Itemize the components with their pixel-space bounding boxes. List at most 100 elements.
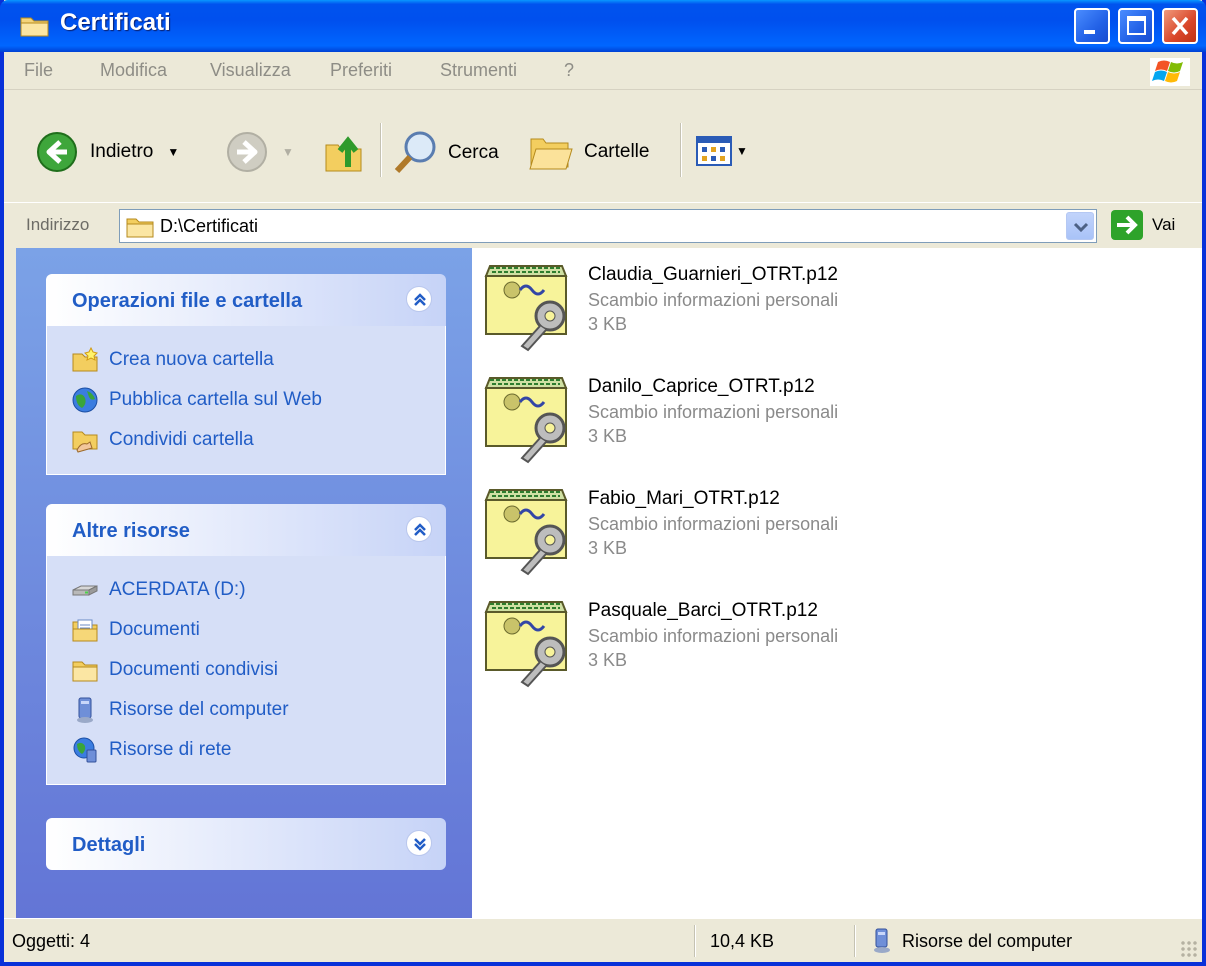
place-label: Risorse del computer <box>109 699 289 720</box>
address-bar: Indirizzo D:\Certificati Vai <box>4 202 1202 248</box>
other-places-panel: Altre risorse ACERDATA (D:) Documenti Do… <box>46 504 446 785</box>
status-location-label: Risorse del computer <box>902 930 1073 951</box>
file-size: 3 KB <box>588 538 628 558</box>
folders-button[interactable]: Cartelle <box>528 131 649 173</box>
file-item[interactable]: Danilo_Caprice_OTRT.p12 Scambio informaz… <box>482 368 1042 468</box>
menu-preferiti[interactable]: Preferiti <box>330 60 392 81</box>
file-type: Scambio informazioni personali <box>588 290 839 310</box>
file-list: Claudia_Guarnieri_OTRT.p12 Scambio infor… <box>472 248 1202 918</box>
views-icon <box>696 136 732 166</box>
address-value: D:\Certificati <box>160 216 259 236</box>
place-label: Documenti <box>109 619 200 640</box>
task-new-folder[interactable]: Crea nuova cartella <box>47 340 445 380</box>
file-name: Claudia_Guarnieri_OTRT.p12 <box>588 264 838 285</box>
collapse-icon[interactable] <box>406 286 432 312</box>
forward-dropdown-icon[interactable]: ▼ <box>282 145 294 159</box>
folders-label: Cartelle <box>584 141 650 162</box>
folders-icon <box>529 138 573 170</box>
panel-title: Operazioni file e cartella <box>72 290 303 312</box>
new-folder-icon <box>71 346 99 374</box>
explorer-window: Certificati File Modifica Visualizza Pre… <box>0 0 1206 966</box>
folder-up-icon <box>325 136 362 172</box>
toolbar-separator <box>380 123 382 177</box>
task-label: Pubblica cartella sul Web <box>109 389 322 410</box>
toolbar-separator <box>680 123 682 177</box>
views-dropdown-icon[interactable]: ▼ <box>736 144 748 158</box>
file-type: Scambio informazioni personali <box>588 514 839 534</box>
details-panel: Dettagli <box>46 818 446 870</box>
resize-grip[interactable] <box>1180 940 1198 958</box>
title-bar[interactable]: Certificati <box>0 0 1206 52</box>
menu-file[interactable]: File <box>24 60 53 81</box>
folder-icon <box>20 17 49 37</box>
file-size: 3 KB <box>588 650 628 670</box>
back-arrow-icon <box>37 132 77 172</box>
windows-logo-icon <box>1150 58 1190 86</box>
certificate-icon <box>484 601 568 688</box>
minimize-button[interactable] <box>1074 8 1110 44</box>
menu-modifica[interactable]: Modifica <box>100 60 167 81</box>
address-dropdown-button[interactable] <box>1066 212 1094 240</box>
back-button[interactable]: Indietro ▼ <box>36 131 179 173</box>
file-type: Scambio informazioni personali <box>588 402 839 422</box>
menu-visualizza[interactable]: Visualizza <box>210 60 291 81</box>
toolbar: Indietro ▼ ▼ Cerca Cartelle ▼ <box>4 91 1202 201</box>
place-label: ACERDATA (D:) <box>109 579 246 600</box>
place-risorse-rete[interactable]: Risorse di rete <box>47 730 445 770</box>
task-label: Crea nuova cartella <box>109 349 274 370</box>
file-tasks-panel: Operazioni file e cartella Crea nuova ca… <box>46 274 446 475</box>
status-objects: Oggetti: 4 <box>12 930 91 951</box>
file-name: Fabio_Mari_OTRT.p12 <box>588 488 780 509</box>
collapse-icon[interactable] <box>406 516 432 542</box>
file-name: Pasquale_Barci_OTRT.p12 <box>588 600 818 621</box>
place-documenti[interactable]: Documenti <box>47 610 445 650</box>
go-button[interactable]: Vai <box>1110 209 1175 241</box>
up-folder-button[interactable] <box>322 129 368 175</box>
task-share-folder[interactable]: Condividi cartella <box>47 420 445 460</box>
file-size: 3 KB <box>588 314 628 334</box>
go-arrow-icon <box>1111 210 1143 240</box>
file-item[interactable]: Pasquale_Barci_OTRT.p12 Scambio informaz… <box>482 592 1042 692</box>
details-header[interactable]: Dettagli <box>46 818 446 870</box>
address-input[interactable]: D:\Certificati <box>119 209 1097 243</box>
window-title: Certificati <box>60 9 171 36</box>
back-dropdown-icon[interactable]: ▼ <box>167 145 179 159</box>
place-acerdata[interactable]: ACERDATA (D:) <box>47 570 445 610</box>
expand-icon[interactable] <box>406 830 432 856</box>
file-item[interactable]: Claudia_Guarnieri_OTRT.p12 Scambio infor… <box>482 256 1042 356</box>
documents-folder-icon <box>71 616 99 644</box>
maximize-button[interactable] <box>1118 8 1154 44</box>
network-icon <box>71 736 99 764</box>
panel-title: Dettagli <box>72 834 146 856</box>
file-type: Scambio informazioni personali <box>588 626 839 646</box>
close-button[interactable] <box>1162 8 1198 44</box>
certificate-icon <box>484 377 568 464</box>
file-item[interactable]: Fabio_Mari_OTRT.p12 Scambio informazioni… <box>482 480 1042 580</box>
status-bar: Oggetti: 4 10,4 KB Risorse del computer <box>4 918 1202 962</box>
back-label: Indietro <box>90 141 154 162</box>
computer-icon <box>71 696 99 724</box>
place-label: Risorse di rete <box>109 739 232 760</box>
task-publish-web[interactable]: Pubblica cartella sul Web <box>47 380 445 420</box>
folder-icon <box>71 656 99 684</box>
task-pane: Operazioni file e cartella Crea nuova ca… <box>16 248 472 918</box>
place-documenti-condivisi[interactable]: Documenti condivisi <box>47 650 445 690</box>
search-icon <box>394 131 436 174</box>
status-location: Risorse del computer <box>870 925 1072 957</box>
menu-help[interactable]: ? <box>564 60 574 81</box>
place-label: Documenti condivisi <box>109 659 278 680</box>
search-button[interactable]: Cerca <box>392 129 499 177</box>
forward-button[interactable]: ▼ <box>226 131 294 173</box>
status-separator <box>854 925 856 957</box>
other-places-header[interactable]: Altre risorse <box>46 504 446 556</box>
menu-strumenti[interactable]: Strumenti <box>440 60 517 81</box>
panel-title: Altre risorse <box>72 520 190 542</box>
file-size: 3 KB <box>588 426 628 446</box>
status-separator <box>694 925 696 957</box>
certificate-icon <box>484 265 568 352</box>
task-label: Condividi cartella <box>109 429 254 450</box>
place-risorse-computer[interactable]: Risorse del computer <box>47 690 445 730</box>
file-tasks-header[interactable]: Operazioni file e cartella <box>46 274 446 326</box>
views-button[interactable]: ▼ <box>696 135 748 167</box>
other-places-body: ACERDATA (D:) Documenti Documenti condiv… <box>46 556 446 785</box>
